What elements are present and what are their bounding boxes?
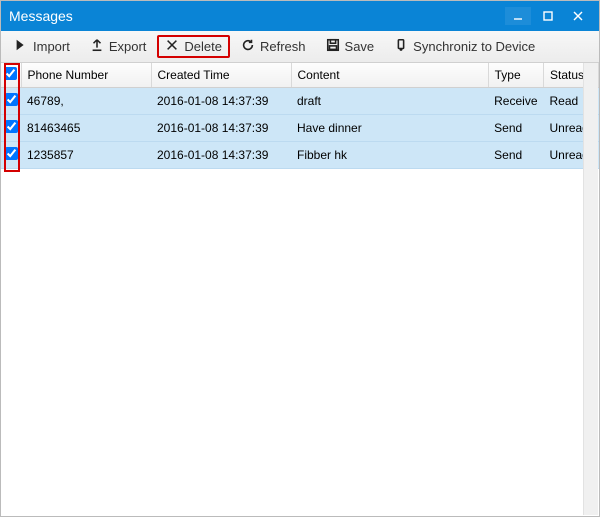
cell-created: 2016-01-08 14:37:39 (151, 88, 291, 115)
import-label: Import (33, 39, 70, 54)
cell-phone: 46789, (21, 88, 151, 115)
table-row[interactable]: 46789,2016-01-08 14:37:39draftReceiveRea… (1, 88, 599, 115)
export-icon (90, 38, 104, 55)
sync-icon (394, 38, 408, 55)
messages-table-wrap: Phone Number Created Time Content Type S… (1, 63, 599, 516)
row-checkbox[interactable] (5, 120, 18, 133)
save-icon (326, 38, 340, 55)
export-label: Export (109, 39, 147, 54)
maximize-button[interactable] (535, 7, 561, 25)
select-all-checkbox[interactable] (4, 67, 17, 80)
header-checkbox-cell[interactable] (1, 63, 21, 88)
import-icon (14, 38, 28, 55)
delete-button[interactable]: Delete (157, 35, 230, 58)
cell-type: Send (488, 115, 543, 142)
cell-content: Fibber hk (291, 142, 488, 169)
titlebar: Messages (1, 1, 599, 31)
cell-content: draft (291, 88, 488, 115)
refresh-button[interactable]: Refresh (232, 34, 315, 59)
sync-button[interactable]: Synchroniz to Device (385, 34, 544, 59)
row-checkbox-cell[interactable] (1, 115, 21, 142)
col-phone-header[interactable]: Phone Number (21, 63, 151, 88)
delete-icon (165, 38, 179, 55)
col-content-header[interactable]: Content (291, 63, 488, 88)
save-button[interactable]: Save (317, 34, 384, 59)
refresh-icon (241, 38, 255, 55)
messages-tbody: 46789,2016-01-08 14:37:39draftReceiveRea… (1, 88, 599, 169)
close-button[interactable] (565, 7, 591, 25)
cell-created: 2016-01-08 14:37:39 (151, 142, 291, 169)
minimize-button[interactable] (505, 7, 531, 25)
row-checkbox-cell[interactable] (1, 88, 21, 115)
cell-phone: 81463465 (21, 115, 151, 142)
cell-type: Send (488, 142, 543, 169)
messages-table: Phone Number Created Time Content Type S… (1, 63, 599, 169)
delete-label: Delete (184, 39, 222, 54)
sync-label: Synchroniz to Device (413, 39, 535, 54)
col-created-header[interactable]: Created Time (151, 63, 291, 88)
cell-type: Receive (488, 88, 543, 115)
col-type-header[interactable]: Type (488, 63, 543, 88)
window-controls (505, 7, 591, 25)
row-checkbox-cell[interactable] (1, 142, 21, 169)
toolbar: Import Export Delete Refresh Save Synchr… (1, 31, 599, 63)
refresh-label: Refresh (260, 39, 306, 54)
table-row[interactable]: 12358572016-01-08 14:37:39Fibber hkSendU… (1, 142, 599, 169)
window-title: Messages (9, 8, 505, 24)
cell-content: Have dinner (291, 115, 488, 142)
table-row[interactable]: 814634652016-01-08 14:37:39Have dinnerSe… (1, 115, 599, 142)
save-label: Save (345, 39, 375, 54)
cell-created: 2016-01-08 14:37:39 (151, 115, 291, 142)
vertical-scrollbar[interactable] (583, 63, 598, 515)
import-button[interactable]: Import (5, 34, 79, 59)
header-row: Phone Number Created Time Content Type S… (1, 63, 599, 88)
row-checkbox[interactable] (5, 93, 18, 106)
export-button[interactable]: Export (81, 34, 156, 59)
row-checkbox[interactable] (5, 147, 18, 160)
cell-phone: 1235857 (21, 142, 151, 169)
